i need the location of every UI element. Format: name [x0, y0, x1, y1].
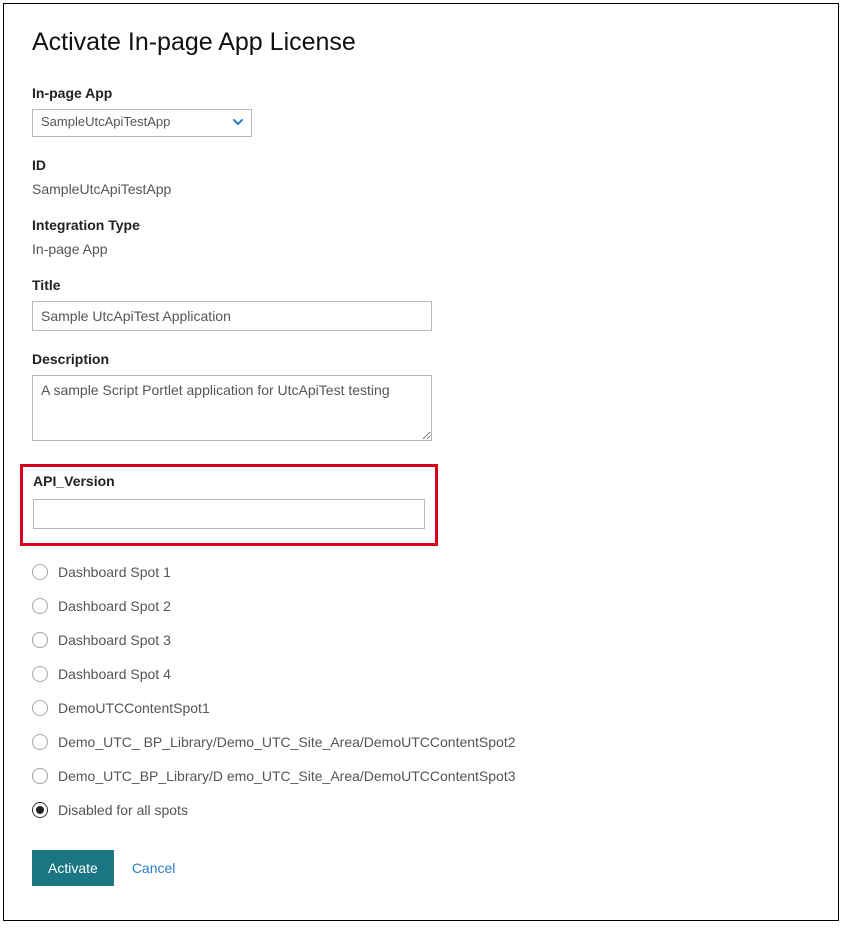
field-integration-type: Integration Type In-page App [32, 217, 810, 257]
radio-icon[interactable] [32, 802, 48, 818]
api-version-highlight: API_Version [20, 464, 438, 546]
radio-icon[interactable] [32, 632, 48, 648]
radio-label[interactable]: Dashboard Spot 2 [58, 598, 171, 614]
inpage-app-select-value[interactable]: SampleUtcApiTestApp [32, 109, 252, 137]
spot-radio-row[interactable]: Disabled for all spots [32, 802, 810, 818]
page-title: Activate In-page App License [32, 28, 810, 57]
id-label: ID [32, 157, 810, 173]
field-inpage-app: In-page App SampleUtcApiTestApp [32, 85, 810, 137]
spot-radio-row[interactable]: Dashboard Spot 4 [32, 666, 810, 682]
cancel-button[interactable]: Cancel [132, 860, 176, 876]
title-label: Title [32, 277, 810, 293]
spot-radio-row[interactable]: Demo_UTC_BP_Library/D emo_UTC_Site_Area/… [32, 768, 810, 784]
radio-label[interactable]: Demo_UTC_BP_Library/D emo_UTC_Site_Area/… [58, 768, 516, 784]
radio-icon[interactable] [32, 598, 48, 614]
id-value: SampleUtcApiTestApp [32, 181, 810, 197]
integration-type-label: Integration Type [32, 217, 810, 233]
inpage-app-label: In-page App [32, 85, 810, 101]
radio-label[interactable]: Dashboard Spot 3 [58, 632, 171, 648]
radio-icon[interactable] [32, 666, 48, 682]
radio-icon[interactable] [32, 768, 48, 784]
activate-button[interactable]: Activate [32, 850, 114, 886]
spot-radio-row[interactable]: DemoUTCContentSpot1 [32, 700, 810, 716]
inpage-app-select[interactable]: SampleUtcApiTestApp [32, 109, 252, 137]
spot-radio-row[interactable]: Dashboard Spot 2 [32, 598, 810, 614]
radio-label[interactable]: Demo_UTC_ BP_Library/Demo_UTC_Site_Area/… [58, 734, 516, 750]
radio-icon[interactable] [32, 734, 48, 750]
title-input[interactable] [32, 301, 432, 331]
spot-radio-row[interactable]: Dashboard Spot 1 [32, 564, 810, 580]
spot-radio-group: Dashboard Spot 1 Dashboard Spot 2 Dashboar… [32, 564, 810, 818]
radio-label[interactable]: DemoUTCContentSpot1 [58, 700, 210, 716]
field-description: Description A sample Script Portlet appl… [32, 351, 810, 444]
radio-icon[interactable] [32, 700, 48, 716]
radio-label[interactable]: Disabled for all spots [58, 802, 188, 818]
radio-label[interactable]: Dashboard Spot 4 [58, 666, 171, 682]
spot-radio-row[interactable]: Dashboard Spot 3 [32, 632, 810, 648]
spot-radio-row[interactable]: Demo_UTC_ BP_Library/Demo_UTC_Site_Area/… [32, 734, 810, 750]
api-version-label: API_Version [33, 473, 425, 489]
field-id: ID SampleUtcApiTestApp [32, 157, 810, 197]
activate-license-dialog: Activate In-page App License In-page App… [3, 3, 839, 921]
integration-type-value: In-page App [32, 241, 810, 257]
description-textarea[interactable]: A sample Script Portlet application for … [32, 375, 432, 441]
radio-dot-icon [36, 806, 44, 814]
field-title: Title [32, 277, 810, 331]
button-row: Activate Cancel [32, 850, 810, 886]
radio-label[interactable]: Dashboard Spot 1 [58, 564, 171, 580]
description-label: Description [32, 351, 810, 367]
radio-icon[interactable] [32, 564, 48, 580]
api-version-input[interactable] [33, 499, 425, 529]
